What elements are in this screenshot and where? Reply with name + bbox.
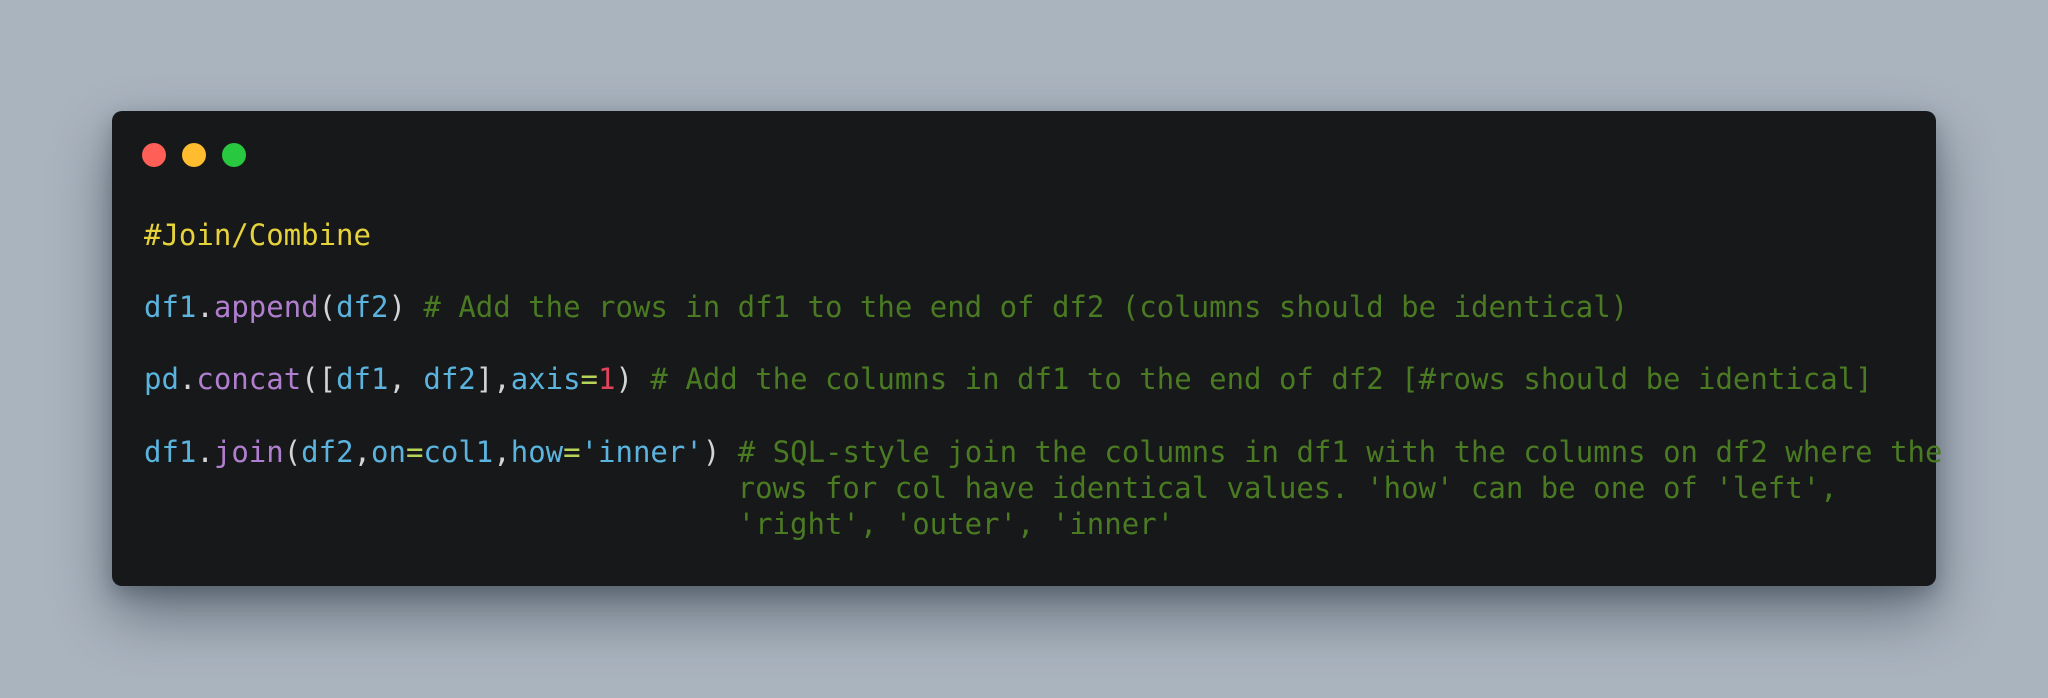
heading-comment: #Join/Combine	[144, 218, 371, 252]
code-token: concat	[196, 362, 302, 396]
code-token: =	[580, 362, 599, 396]
code-token: .	[196, 435, 214, 469]
code-token: 1	[598, 362, 616, 396]
code-token: df1	[144, 290, 197, 324]
code-token: col1	[423, 435, 494, 469]
code-token: )	[388, 290, 406, 324]
code-token: )	[615, 362, 633, 396]
code-comment: 'right', 'outer', 'inner'	[144, 507, 1175, 541]
code-comment: # Add the rows in df1 to the end of df2 …	[405, 290, 1629, 324]
code-line-join-cont-2: 'right', 'outer', 'inner'	[144, 506, 1175, 542]
code-token: 'inner'	[580, 435, 703, 469]
code-token: .	[196, 290, 214, 324]
code-token: (	[318, 290, 337, 324]
code-token: df2	[336, 290, 389, 324]
code-token: axis	[510, 362, 581, 396]
code-line-concat: pd.concat([df1, df2],axis=1) # Add the c…	[144, 361, 1873, 397]
code-line-append: df1.append(df2) # Add the rows in df1 to…	[144, 289, 1628, 325]
code-token: ([	[301, 362, 337, 396]
code-token: =	[405, 435, 424, 469]
code-token: =	[563, 435, 581, 469]
code-token: )	[702, 435, 721, 469]
code-comment: # SQL-style join the columns in df1 with…	[720, 435, 1943, 469]
code-token: df1	[144, 435, 197, 469]
code-token: df2	[423, 362, 476, 396]
close-button[interactable]	[142, 143, 166, 167]
code-token: (	[283, 435, 302, 469]
code-token: join	[213, 435, 284, 469]
code-token: ,	[353, 435, 372, 469]
code-token: ,	[388, 362, 424, 396]
code-token: ],	[475, 362, 511, 396]
code-line-join-cont-1: rows for col have identical values. 'how…	[144, 470, 1838, 506]
code-token: pd	[144, 362, 179, 396]
code-token: how	[510, 435, 564, 469]
minimize-button[interactable]	[182, 143, 206, 167]
code-token: ,	[493, 435, 511, 469]
code-token: df1	[336, 362, 389, 396]
code-comment: rows for col have identical values. 'how…	[144, 471, 1838, 505]
code-comment: # Add the columns in df1 to the end of d…	[632, 362, 1873, 396]
code-token: .	[178, 362, 197, 396]
code-line-join: df1.join(df2,on=col1,how='inner') # SQL-…	[144, 434, 1942, 470]
code-token: df2	[301, 435, 354, 469]
code-token: on	[371, 435, 406, 469]
code-window: #Join/Combine df1.append(df2) # Add the …	[112, 111, 1942, 586]
maximize-button[interactable]	[222, 143, 246, 167]
code-token: append	[213, 290, 319, 324]
code-heading-line: #Join/Combine	[144, 217, 371, 253]
